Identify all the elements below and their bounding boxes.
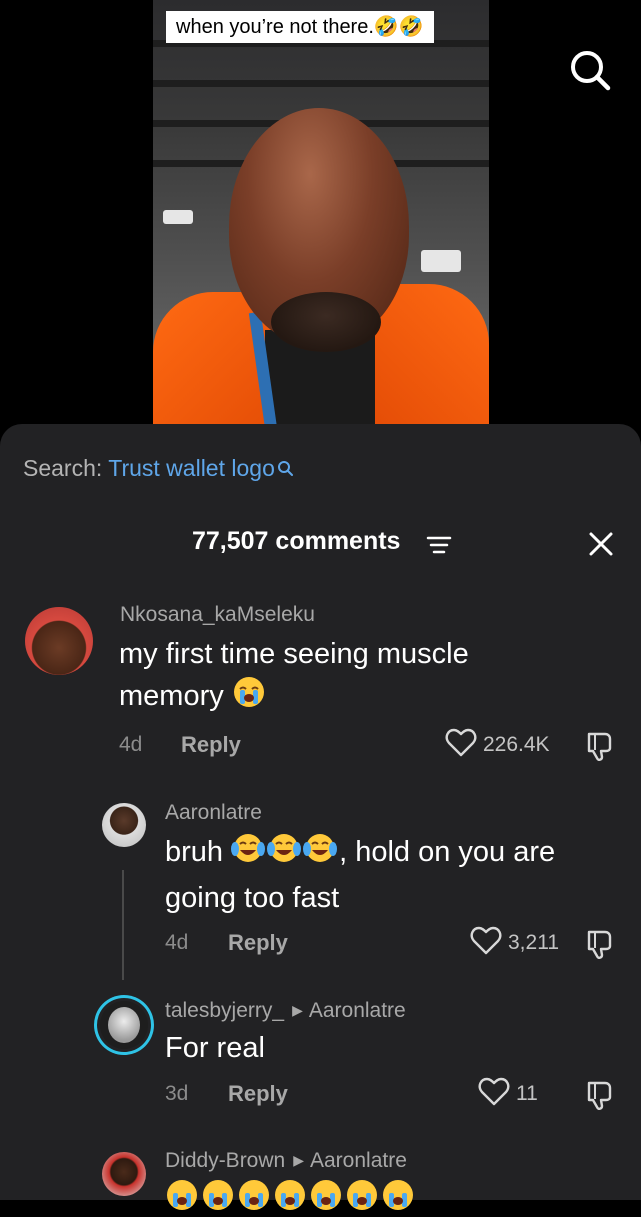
ceiling-beam xyxy=(153,80,489,87)
like-count: 226.4K xyxy=(483,733,550,756)
tears-of-joy-emoji xyxy=(231,831,266,877)
comment-username[interactable]: Diddy-Brown ▶ Aaronlatre xyxy=(165,1149,407,1173)
comment-count-title: 77,507 comments xyxy=(192,527,401,555)
close-icon[interactable] xyxy=(588,531,614,562)
comment-text-line: memory xyxy=(119,675,599,721)
loudly-crying-emoji xyxy=(345,1178,379,1217)
like-count: 11 xyxy=(516,1082,538,1105)
dislike-icon[interactable] xyxy=(583,1079,617,1118)
comment-username[interactable]: talesbyjerry_ ▶ Aaronlatre xyxy=(165,999,406,1023)
comment-time: 4d xyxy=(119,733,143,756)
comment-emoji-row xyxy=(165,1178,415,1217)
tears-of-joy-emoji xyxy=(267,831,302,877)
loudly-crying-emoji xyxy=(232,675,266,721)
video-player[interactable]: when you’re not there.🤣🤣 xyxy=(0,0,641,430)
search-query-link[interactable]: Trust wallet logo xyxy=(108,455,275,481)
search-icon[interactable] xyxy=(566,46,614,94)
comment-text: my first time seeing muscle memory xyxy=(119,633,599,721)
heart-icon xyxy=(445,728,477,763)
heart-icon xyxy=(470,926,502,961)
comment-text-word: bruh xyxy=(165,836,224,868)
loudly-crying-emoji xyxy=(165,1178,199,1217)
video-caption: when you’re not there.🤣🤣 xyxy=(166,11,434,43)
username-text: talesbyjerry_ xyxy=(165,999,285,1022)
comment-time: 3d xyxy=(165,1082,189,1105)
comment-text-word: , hold on you are xyxy=(339,836,556,868)
avatar[interactable] xyxy=(25,607,93,675)
reply-arrow-icon: ▶ xyxy=(293,1152,304,1168)
avatar[interactable] xyxy=(102,803,146,847)
reply-to-username[interactable]: Aaronlatre xyxy=(309,999,406,1022)
avatar[interactable] xyxy=(102,1152,146,1196)
loudly-crying-emoji xyxy=(381,1178,415,1217)
comment-text: bruh , hold on you are going too fast xyxy=(165,831,625,919)
avatar-figure xyxy=(108,1007,140,1043)
thread-line xyxy=(122,870,124,980)
like-count: 3,211 xyxy=(508,931,559,954)
search-icon xyxy=(277,455,293,482)
search-label: Search: xyxy=(23,455,103,481)
avatar[interactable] xyxy=(94,995,154,1055)
comment-text: For real xyxy=(165,1032,265,1064)
like-button[interactable]: 226.4K xyxy=(445,728,550,763)
filter-icon[interactable] xyxy=(426,535,452,562)
heart-icon xyxy=(478,1077,510,1112)
comment-text-line: going too fast xyxy=(165,882,340,914)
comment-time: 4d xyxy=(165,931,189,954)
loudly-crying-emoji xyxy=(201,1178,235,1217)
reply-button[interactable]: Reply xyxy=(228,930,288,956)
video-frame[interactable] xyxy=(153,0,489,430)
username-text: Diddy-Brown xyxy=(165,1149,286,1172)
comment-text-word: memory xyxy=(119,680,224,712)
loudly-crying-emoji xyxy=(237,1178,271,1217)
comment-username[interactable]: Nkosana_kaMseleku xyxy=(120,603,315,627)
ceiling-light xyxy=(421,250,461,272)
reply-button[interactable]: Reply xyxy=(228,1081,288,1107)
like-button[interactable]: 11 xyxy=(478,1077,538,1112)
comment-username[interactable]: Aaronlatre xyxy=(165,801,262,825)
reply-to-username[interactable]: Aaronlatre xyxy=(310,1149,407,1172)
person-beard xyxy=(271,292,381,352)
comment-text-line: bruh , hold on you are xyxy=(165,831,625,877)
loudly-crying-emoji xyxy=(309,1178,343,1217)
tears-of-joy-emoji xyxy=(303,831,338,877)
comment-text-line: my first time seeing muscle xyxy=(119,638,469,670)
like-button[interactable]: 3,211 xyxy=(470,926,559,961)
reply-arrow-icon: ▶ xyxy=(292,1002,303,1018)
search-suggestion[interactable]: Search: Trust wallet logo xyxy=(23,455,293,482)
ceiling-light xyxy=(163,210,193,224)
loudly-crying-emoji xyxy=(273,1178,307,1217)
dislike-icon[interactable] xyxy=(583,928,617,967)
dislike-icon[interactable] xyxy=(583,730,617,769)
reply-button[interactable]: Reply xyxy=(181,732,241,758)
